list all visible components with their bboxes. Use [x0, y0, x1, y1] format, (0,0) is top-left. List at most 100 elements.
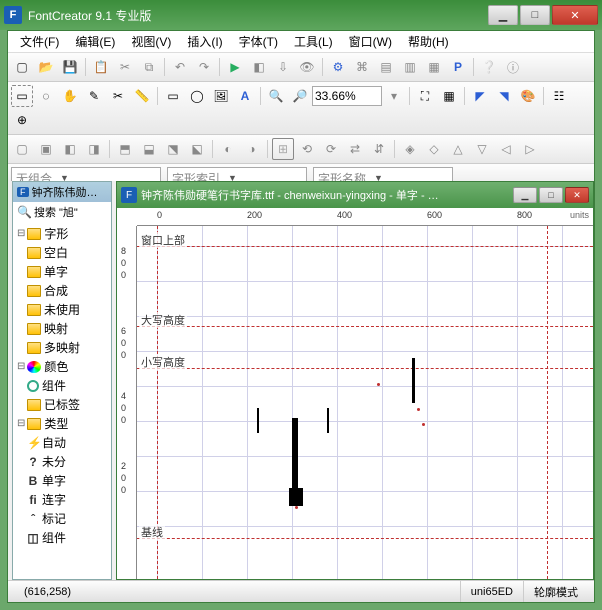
fit-icon[interactable]: ⛶: [414, 85, 436, 107]
tree-color[interactable]: 颜色: [13, 357, 111, 376]
info-icon[interactable]: ⓘ: [502, 56, 524, 78]
paste-icon[interactable]: 📋: [90, 56, 112, 78]
menu-view[interactable]: 视图(V): [123, 31, 179, 52]
t3-s[interactable]: ◁: [495, 138, 517, 160]
save-icon[interactable]: 💾: [59, 56, 81, 78]
t3-a[interactable]: ▢: [11, 138, 33, 160]
t3-g[interactable]: ⬔: [162, 138, 184, 160]
t3-f[interactable]: ⬓: [138, 138, 160, 160]
p-icon[interactable]: P: [447, 56, 469, 78]
copy-icon[interactable]: ⧉: [138, 56, 160, 78]
tree-mapping[interactable]: 映射: [13, 319, 111, 338]
guide-baseline[interactable]: [137, 538, 593, 539]
tree-mark[interactable]: ˆ标记: [13, 509, 111, 528]
guide-right[interactable]: [547, 226, 548, 579]
minimize-button[interactable]: ▁: [488, 5, 518, 25]
t3-h[interactable]: ⬕: [186, 138, 208, 160]
open-icon[interactable]: 📂: [35, 56, 57, 78]
t3-l[interactable]: ⟳: [320, 138, 342, 160]
guide-caps[interactable]: [137, 326, 593, 327]
child-minimize-button[interactable]: ▁: [513, 187, 537, 203]
menu-window[interactable]: 窗口(W): [341, 31, 400, 52]
panel-c-icon[interactable]: ▦: [423, 56, 445, 78]
t3-q[interactable]: △: [447, 138, 469, 160]
menubar[interactable]: 文件(F) 编辑(E) 视图(V) 插入(I) 字体(T) 工具(L) 窗口(W…: [8, 31, 594, 53]
t3-d[interactable]: ◨: [83, 138, 105, 160]
tree-liga[interactable]: fi连字: [13, 490, 111, 509]
align-icon[interactable]: ☷: [548, 85, 570, 107]
text-icon[interactable]: A: [234, 85, 256, 107]
zoom-in-icon[interactable]: 🔍: [265, 85, 287, 107]
help-icon[interactable]: ❔: [478, 56, 500, 78]
knife-icon[interactable]: ✂: [107, 85, 129, 107]
side-panel[interactable]: 钟齐陈伟勋… 🔍 搜索 "旭" 字形 空白 单字 合成 未使用 映射 多映射 颜…: [12, 181, 112, 580]
select-free-icon[interactable]: ◌: [35, 85, 57, 107]
panel-b-icon[interactable]: ▥: [399, 56, 421, 78]
close-button[interactable]: ✕: [552, 5, 598, 25]
child-close-button[interactable]: ✕: [565, 187, 589, 203]
tree-blank[interactable]: 空白: [13, 243, 111, 262]
t3-b[interactable]: ▣: [35, 138, 57, 160]
rect-shape-icon[interactable]: ▭: [162, 85, 184, 107]
merge-icon[interactable]: ⊕: [11, 109, 33, 131]
tree-unused[interactable]: 未使用: [13, 300, 111, 319]
cut-icon[interactable]: ✂: [114, 56, 136, 78]
t3-p[interactable]: ◇: [423, 138, 445, 160]
guide-ascent[interactable]: [137, 246, 593, 247]
t3-c[interactable]: ◧: [59, 138, 81, 160]
t3-r[interactable]: ▽: [471, 138, 493, 160]
menu-help[interactable]: 帮助(H): [400, 31, 457, 52]
t3-t[interactable]: ▷: [519, 138, 541, 160]
shape-b-icon[interactable]: ◥: [493, 85, 515, 107]
menu-edit[interactable]: 编辑(E): [67, 31, 123, 52]
settings-icon[interactable]: ⚙: [327, 56, 349, 78]
color-icon[interactable]: 🎨: [517, 85, 539, 107]
menu-file[interactable]: 文件(F): [12, 31, 67, 52]
titlebar[interactable]: F FontCreator 9.1 专业版 ▁ □ ✕: [0, 0, 602, 30]
t3-o[interactable]: ◈: [399, 138, 421, 160]
side-search[interactable]: 🔍 搜索 "旭": [13, 202, 111, 222]
tree-single2[interactable]: B单字: [13, 471, 111, 490]
tree-multimap[interactable]: 多映射: [13, 338, 111, 357]
menu-tools[interactable]: 工具(L): [286, 31, 341, 52]
image-icon[interactable]: 🖼: [210, 85, 232, 107]
measure-icon[interactable]: 📏: [131, 85, 153, 107]
tree-auto[interactable]: ⚡自动: [13, 433, 111, 452]
grid-icon[interactable]: ▦: [438, 85, 460, 107]
redo-icon[interactable]: ↷: [193, 56, 215, 78]
test-icon[interactable]: ▶: [224, 56, 246, 78]
preview-icon[interactable]: 👁: [296, 56, 318, 78]
zoom-dropdown-icon[interactable]: ▾: [383, 85, 405, 107]
t3-n[interactable]: ⇵: [368, 138, 390, 160]
maximize-button[interactable]: □: [520, 5, 550, 25]
panel-toggle-icon[interactable]: ⊞: [272, 138, 294, 160]
t3-e[interactable]: ⬒: [114, 138, 136, 160]
tree-compose[interactable]: 合成: [13, 281, 111, 300]
t3-k[interactable]: ⟲: [296, 138, 318, 160]
tree-glyphs[interactable]: 字形: [13, 224, 111, 243]
zoom-input[interactable]: [312, 86, 382, 106]
shape-a-icon[interactable]: ◤: [469, 85, 491, 107]
pen-icon[interactable]: ✎: [83, 85, 105, 107]
menu-font[interactable]: 字体(T): [231, 31, 286, 52]
menu-insert[interactable]: 插入(I): [179, 31, 230, 52]
tree-single[interactable]: 单字: [13, 262, 111, 281]
child-titlebar[interactable]: F 钟齐陈伟勋硬笔行书字库.ttf - chenweixun-yingxing …: [117, 182, 593, 208]
undo-icon[interactable]: ↶: [169, 56, 191, 78]
ellipse-shape-icon[interactable]: ◯: [186, 85, 208, 107]
zoom-out-icon[interactable]: 🔎: [289, 85, 311, 107]
new-icon[interactable]: ▢: [11, 56, 33, 78]
hand-icon[interactable]: ✋: [59, 85, 81, 107]
t3-m[interactable]: ⇄: [344, 138, 366, 160]
opentype-icon[interactable]: ⌘: [351, 56, 373, 78]
child-maximize-button[interactable]: □: [539, 187, 563, 203]
tree-comp2[interactable]: ◫组件: [13, 528, 111, 547]
tree-type[interactable]: 类型: [13, 414, 111, 433]
t3-j[interactable]: ◑: [241, 138, 263, 160]
t3-i[interactable]: ◐: [217, 138, 239, 160]
install-icon[interactable]: ⇩: [272, 56, 294, 78]
export-icon[interactable]: ◧: [248, 56, 270, 78]
tree-component[interactable]: 组件: [13, 376, 111, 395]
guide-xheight[interactable]: [137, 368, 593, 369]
glyph-canvas[interactable]: 0 200 400 600 800 units 8 0 0 6 0 0: [117, 208, 593, 579]
